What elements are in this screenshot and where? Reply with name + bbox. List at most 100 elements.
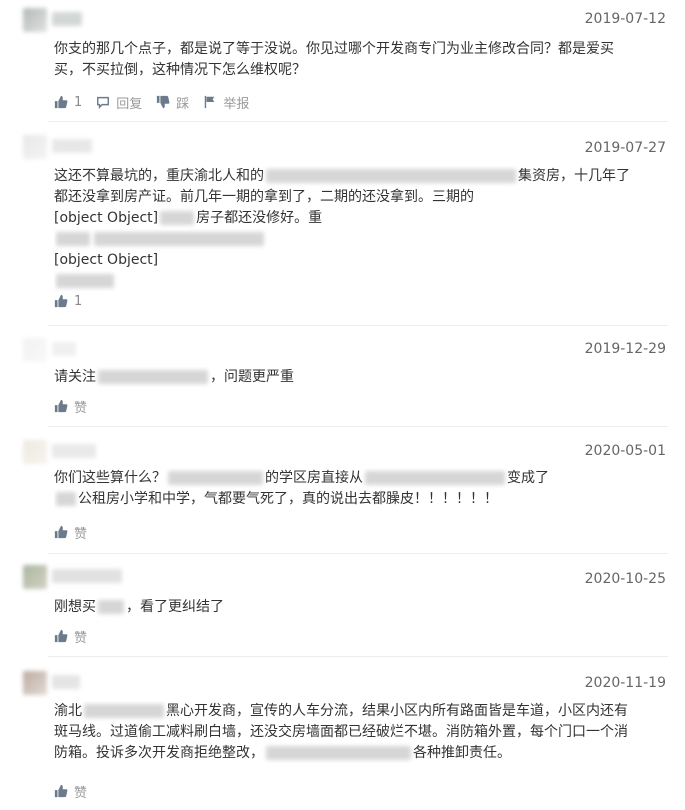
- username[interactable]: [52, 569, 122, 583]
- redacted-text: [98, 370, 208, 384]
- report-label: 举报: [223, 96, 250, 112]
- comment-line: 你支的那几个点子，都是说了等于没说。你见过哪个开发商专门为业主修改合同？都是爱买: [54, 41, 614, 57]
- text-segment: 集资房，十几年了: [518, 168, 630, 184]
- text-segment: 你们这些算什么？: [54, 470, 166, 486]
- comment-header: 2019-07-12: [0, 8, 685, 32]
- dislike-button[interactable]: 踩: [156, 93, 189, 112]
- redacted-text: [56, 274, 114, 288]
- like-button[interactable]: 赞: [54, 523, 87, 542]
- redacted-text: [56, 492, 76, 506]
- comment-line: [54, 229, 674, 250]
- like-button[interactable]: 1: [54, 95, 82, 110]
- redacted-text: [365, 471, 505, 485]
- reply-button[interactable]: 回复: [96, 93, 142, 112]
- text-segment: 防箱。投诉多次开发商拒绝整改，: [54, 745, 264, 761]
- redacted-text: [266, 746, 411, 760]
- redacted-text: [160, 211, 195, 225]
- avatar[interactable]: [23, 440, 47, 464]
- comment-date: 2020-10-25: [584, 571, 666, 587]
- username[interactable]: [52, 12, 82, 26]
- text-segment: 公租房小学和中学，气都要气死了，真的说出去都臊皮！！！！！！: [78, 491, 498, 507]
- comment-date: 2019-07-12: [584, 11, 666, 27]
- divider: [48, 426, 668, 427]
- like-label: 赞: [74, 400, 88, 416]
- like-label: 赞: [74, 526, 88, 542]
- comment-date: 2019-12-29: [584, 341, 666, 357]
- divider: [48, 656, 668, 657]
- like-button[interactable]: 1: [54, 294, 82, 309]
- divider: [48, 121, 668, 122]
- divider: [48, 325, 668, 326]
- like-count: 1: [74, 293, 83, 309]
- comment-actions: 赞: [54, 782, 87, 801]
- dislike-label: 踩: [176, 96, 190, 112]
- text-segment: 这还不算最坑的，重庆渝北人和的: [54, 168, 264, 184]
- redacted-text: [84, 704, 164, 718]
- report-button[interactable]: 举报: [203, 93, 249, 112]
- comment-actions: 1: [54, 292, 82, 310]
- thumbs-down-icon: [157, 95, 170, 109]
- text-segment: 房子都还没修好。重: [196, 210, 323, 226]
- avatar[interactable]: [23, 338, 47, 362]
- comment-date: 2019-07-27: [584, 140, 666, 156]
- like-button[interactable]: 赞: [54, 782, 87, 801]
- comment-header: 2020-05-01: [0, 440, 685, 464]
- comment-line: 请关注 ，问题更严重: [54, 367, 674, 388]
- comment-text: 刚想买 ，看了更纠结了: [54, 597, 674, 618]
- reply-icon: [97, 96, 110, 109]
- text-segment: 的学区房直接从: [265, 470, 363, 486]
- redacted-text: [94, 232, 264, 246]
- thumbs-up-icon: [54, 525, 68, 539]
- avatar[interactable]: [23, 8, 47, 32]
- comment-text: 渝北 黑心开发商，宣传的人车分流，结果小区内所有路面皆是车道，小区内还有 斑马线。…: [54, 701, 674, 764]
- flag-icon: [205, 95, 215, 109]
- thumbs-up-icon: [54, 294, 68, 308]
- comment-line: [object Object]: [54, 252, 159, 268]
- comment-actions: 赞: [54, 523, 87, 542]
- redacted-text: [98, 600, 124, 614]
- comment-line: 刚想买 ，看了更纠结了: [54, 597, 674, 618]
- comment-header: 2020-10-25: [0, 565, 685, 589]
- username[interactable]: [52, 675, 80, 689]
- thumbs-up-icon: [54, 784, 68, 798]
- like-count: 1: [74, 94, 83, 110]
- divider: [48, 553, 668, 554]
- like-label: 赞: [74, 630, 88, 646]
- comment-actions: 赞: [54, 397, 87, 416]
- avatar[interactable]: [23, 565, 47, 589]
- comment-text: 这还不算最坑的，重庆渝北人和的 集资房，十几年了 都还没拿到房产证。前几年一期的拿…: [54, 166, 674, 292]
- comment-header: 2020-11-19: [0, 671, 685, 695]
- reply-label: 回复: [116, 96, 143, 112]
- redacted-text: [56, 232, 90, 246]
- text-segment: ，看了更纠结了: [126, 599, 224, 615]
- text-segment: 变成了: [507, 470, 549, 486]
- thumbs-up-icon: [54, 399, 68, 413]
- comment-text: 你们这些算什么？ 的学区房直接从 变成了 公租房小学和中学，气都要气死了，真的说出去…: [54, 468, 674, 510]
- text-segment: 渝北: [54, 703, 82, 719]
- comment-actions: 1 回复 踩 举报: [54, 93, 249, 112]
- redacted-text: [266, 169, 516, 183]
- comment-date: 2020-05-01: [584, 443, 666, 459]
- comment-line: [54, 271, 674, 292]
- comment-line: 你们这些算什么？ 的学区房直接从 变成了: [54, 468, 674, 489]
- redacted-text: [168, 471, 263, 485]
- avatar[interactable]: [23, 135, 47, 159]
- text-segment: [object Object]: [54, 210, 159, 226]
- username[interactable]: [52, 139, 92, 153]
- avatar[interactable]: [23, 671, 47, 695]
- comment-date: 2020-11-19: [584, 675, 666, 691]
- text-segment: 各种推卸责任。: [413, 745, 511, 761]
- comment-line: 这还不算最坑的，重庆渝北人和的 集资房，十几年了: [54, 166, 674, 187]
- comment-header: 2019-12-29: [0, 338, 685, 362]
- comment-line: 渝北 黑心开发商，宣传的人车分流，结果小区内所有路面皆是车道，小区内还有: [54, 701, 674, 722]
- text-segment: 请关注: [54, 369, 96, 385]
- like-label: 赞: [74, 785, 88, 801]
- like-button[interactable]: 赞: [54, 627, 87, 646]
- like-button[interactable]: 赞: [54, 397, 87, 416]
- comment-text: 你支的那几个点子，都是说了等于没说。你见过哪个开发商专门为业主修改合同？都是爱买…: [54, 39, 674, 81]
- comment-line: 公租房小学和中学，气都要气死了，真的说出去都臊皮！！！！！！: [54, 489, 674, 510]
- username[interactable]: [52, 342, 76, 356]
- username[interactable]: [52, 444, 96, 458]
- comment-actions: 赞: [54, 627, 87, 646]
- comment-line: 买，不买拉倒，这种情况下怎么维权呢？: [54, 62, 306, 78]
